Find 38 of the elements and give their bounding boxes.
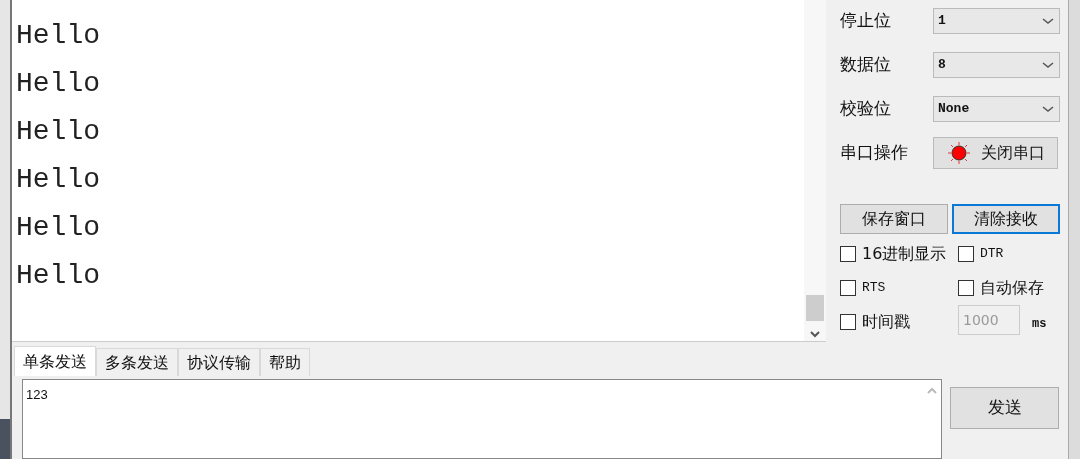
tab[interactable]: 帮助: [260, 348, 310, 376]
dropdown[interactable]: None: [933, 96, 1060, 122]
checkbox[interactable]: [840, 280, 856, 296]
scrollbar[interactable]: [804, 0, 826, 341]
setting-label: 校验位: [840, 97, 892, 121]
checkbox-label: 16进制显示: [862, 243, 947, 265]
tab[interactable]: 协议传输: [178, 348, 260, 376]
checkbox-label: 时间戳: [862, 311, 910, 333]
received-text: Hello: [16, 163, 101, 197]
close-port-button[interactable]: 关闭串口: [933, 137, 1058, 169]
checkbox-label: 自动保存: [980, 277, 1044, 299]
checkbox-label: DTR: [980, 245, 1004, 264]
scroll-thumb[interactable]: [806, 295, 824, 321]
dropdown[interactable]: 8: [933, 52, 1060, 78]
dropdown[interactable]: 1: [933, 8, 1060, 34]
received-text: Hello: [16, 115, 101, 149]
checkbox[interactable]: [958, 246, 974, 262]
checkbox[interactable]: [958, 280, 974, 296]
action-button[interactable]: 清除接收: [952, 204, 1060, 234]
chevron-down-icon: [1041, 60, 1055, 70]
checkbox[interactable]: [840, 314, 856, 330]
setting-label: 串口操作: [840, 141, 909, 165]
tab[interactable]: 单条发送: [14, 346, 96, 376]
action-button[interactable]: 保存窗口: [840, 204, 948, 234]
checkbox-label: RTS: [862, 279, 886, 298]
received-text: Hello: [16, 67, 101, 101]
setting-label: 数据位: [840, 53, 892, 77]
scroll-down-icon[interactable]: [809, 329, 821, 339]
send-button[interactable]: 发送: [950, 387, 1059, 429]
tab[interactable]: 多条发送: [96, 348, 178, 376]
setting-label: 停止位: [840, 9, 892, 33]
checkbox[interactable]: [840, 246, 856, 262]
chevron-down-icon: [1041, 16, 1055, 26]
unit-label: ms: [1032, 316, 1047, 333]
chevron-down-icon: [1041, 104, 1055, 114]
received-text: Hello: [16, 211, 101, 245]
received-text: Hello: [16, 259, 101, 293]
received-text: Hello: [16, 19, 101, 53]
